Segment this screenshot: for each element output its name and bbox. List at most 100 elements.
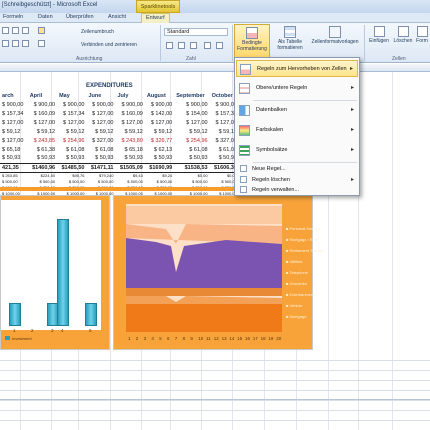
table-cell[interactable]: $ 59,12 [174,127,209,136]
table-cell[interactable]: $1505,09 [115,162,145,173]
table-cell[interactable]: $ 900,00 [57,100,86,109]
table-cell[interactable]: $ 160,09 [28,109,57,118]
align-top-icon[interactable] [2,27,9,34]
table-cell[interactable]: $ 127,00 [57,118,86,127]
table-cell[interactable]: $ 327,00 [86,136,115,145]
table-cell[interactable]: $ 160,09 [115,109,144,118]
table-cell[interactable]: June [86,91,115,100]
table-cell[interactable]: $ 900,00 [28,100,57,109]
table-cell[interactable]: $1485,50 [57,162,87,173]
table-cell[interactable]: $ 127,00 [145,118,174,127]
table-cell[interactable]: $ 50,93 [0,154,28,163]
table-cell[interactable]: $ 127,00 [86,109,115,118]
table-cell[interactable]: $ 61,08 [86,145,115,154]
table-cell[interactable]: August [145,91,174,100]
wrap-text-button[interactable]: Zeilenumbruch [80,28,115,36]
table-cell[interactable]: $1471,11 [86,162,116,173]
table-cell[interactable]: $ 254,96 [174,136,209,145]
table-cell[interactable]: $ 157,34 [57,109,86,118]
number-format-select[interactable]: Standard [164,28,228,36]
increase-decimal-icon[interactable] [204,42,211,49]
percent-icon[interactable] [178,42,185,49]
table-cell[interactable]: September [174,91,209,100]
decrease-decimal-icon[interactable] [216,42,223,49]
align-right-icon[interactable] [22,40,29,47]
tab-formeln[interactable]: Formeln [3,14,23,20]
menu-item-manage-rules[interactable]: Regeln verwalten... [236,185,358,195]
table-cell[interactable]: $ 900,00 [0,100,28,109]
table-cell[interactable]: $ 59,12 [57,127,86,136]
align-left-icon[interactable] [2,40,9,47]
currency-icon[interactable] [166,42,173,49]
bar-4[interactable] [57,219,69,326]
table-cell[interactable]: arch [0,91,28,100]
align-selected-icon[interactable] [38,27,45,34]
table-cell[interactable]: $ 127,00 [174,118,209,127]
table-cell[interactable]: $ 157,34 [0,109,28,118]
bar-1[interactable] [9,303,21,326]
table-cell[interactable]: $ 59,12 [115,127,144,136]
merge-center-button[interactable]: Verbinden und zentrieren [80,41,138,49]
align-center-icon[interactable] [12,40,19,47]
table-cell[interactable]: $ 59,12 [28,127,57,136]
menu-item-clear-rules[interactable]: Regeln löschen ▸ [236,175,358,185]
table-cell[interactable]: $ 50,93 [115,154,144,163]
table-cell[interactable]: $1690,99 [144,162,175,173]
table-cell[interactable]: $ 59,12 [145,127,174,136]
format-button[interactable]: Form [414,24,430,54]
table-cell[interactable]: $ 61,08 [57,145,86,154]
table-cell[interactable]: $ 900,00 [86,100,115,109]
table-cell[interactable]: $ 62,13 [145,145,174,154]
table-cell[interactable]: $ 142,00 [145,109,174,118]
table-cell[interactable]: April [28,91,57,100]
table-cell[interactable]: $ 61,08 [174,145,209,154]
tab-daten[interactable]: Daten [38,14,53,20]
table-cell[interactable]: $ 65,18 [0,145,28,154]
thousands-icon[interactable] [190,42,197,49]
table-cell[interactable]: $ 59,12 [86,127,115,136]
expenses-area-chart[interactable]: 1 2 3 4 5 6 7 8 9 10 11 12 13 14 15 16 17 18 19 20 ■ Person… [113,195,324,350]
table-cell[interactable]: $ 50,93 [57,154,86,163]
table-cell[interactable]: $ 61,38 [28,145,57,154]
format-as-table-button[interactable]: Als Tabelle formatieren [272,24,308,58]
tab-ansicht[interactable]: Ansicht [108,14,126,20]
cell-styles-button[interactable]: Zellenformatvorlagen [308,24,362,58]
tab-entwurf[interactable]: Entwurf [141,13,170,23]
menu-item-top-bottom-rules[interactable]: Obere/untere Regeln ▸ [236,80,358,97]
table-cell[interactable]: $ 127,00 [0,118,28,127]
context-tab-sparklinetools[interactable]: Sparklinetools [136,0,180,13]
table-cell[interactable]: $ 65,18 [115,145,144,154]
table-cell[interactable]: $ 900,00 [145,100,174,109]
align-bottom-icon[interactable] [22,27,29,34]
table-cell[interactable]: $1538,53 [174,162,210,173]
table-cell[interactable]: July [115,91,144,100]
table-cell[interactable]: $ 127,00 [28,118,57,127]
investment-chart[interactable]: 1 2 3 4 5 Investment [0,195,110,350]
table-cell[interactable]: $ 127,00 [115,118,144,127]
indent-icon[interactable] [38,40,45,47]
table-cell[interactable]: $ 900,00 [174,100,209,109]
table-cell[interactable]: $ 154,00 [174,109,209,118]
table-cell[interactable]: 421,35 [0,162,28,173]
table-cell[interactable]: $ 127,00 [0,136,28,145]
menu-item-data-bars[interactable]: Datenbalken ▸ [236,102,358,119]
table-cell[interactable]: $ 59,12 [0,127,28,136]
table-cell[interactable]: $1460,96 [27,162,58,173]
tab-ueberpruefen[interactable]: Überprüfen [66,14,94,20]
table-cell[interactable]: $ 900,00 [115,100,144,109]
bar-5[interactable] [85,303,97,326]
align-middle-icon[interactable] [12,27,19,34]
table-cell[interactable]: $ 243,80 [115,136,144,145]
table-cell[interactable]: $ 50,93 [28,154,57,163]
menu-item-icon-sets[interactable]: Symbolsätze ▸ [236,142,358,159]
table-cell[interactable]: $ 243,85 [28,136,57,145]
table-cell[interactable]: $ 326,77 [145,136,174,145]
table-cell[interactable]: $ 127,00 [86,118,115,127]
delete-button[interactable]: Löschen [392,24,414,54]
insert-button[interactable]: Einfügen [366,24,392,54]
table-cell[interactable]: $ 254,96 [57,136,86,145]
table-cell[interactable]: May [57,91,86,100]
table-cell[interactable]: $ 50,93 [174,154,209,163]
menu-item-new-rule[interactable]: Neue Regel... [236,164,358,174]
table-cell[interactable]: $ 50,93 [145,154,174,163]
